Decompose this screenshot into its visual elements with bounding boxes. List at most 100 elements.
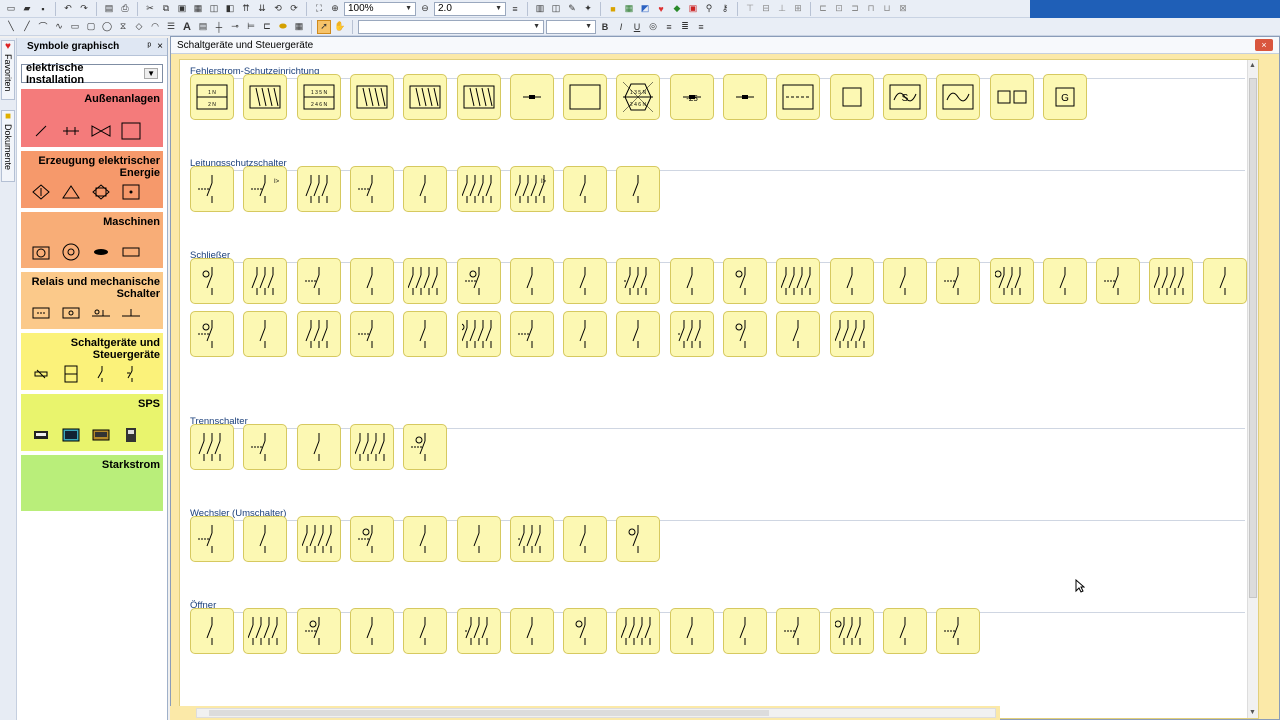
category-erzeugung[interactable]: Erzeugung elektrischer Energie [21, 151, 163, 208]
same-width-icon[interactable]: ⊓ [864, 2, 878, 16]
table-icon[interactable]: ▥ [533, 2, 547, 16]
symbol-tile[interactable] [723, 258, 767, 304]
symbol-tile[interactable] [456, 258, 501, 304]
symbol-tile[interactable] [296, 424, 341, 470]
same-size-icon[interactable]: ⊠ [896, 2, 910, 16]
flip-up-icon[interactable]: ⇈ [239, 2, 253, 16]
symbol-tile[interactable] [456, 166, 501, 212]
symbol-tile[interactable] [456, 516, 501, 562]
symbol-tile[interactable] [1149, 258, 1194, 304]
bus-tool-icon[interactable]: ⊨ [244, 20, 258, 34]
freeform-tool-icon[interactable]: ◇ [132, 20, 146, 34]
symbol-tile[interactable] [616, 311, 661, 357]
undo-icon[interactable]: ↶ [61, 2, 75, 16]
layers-icon[interactable]: ◩ [638, 2, 652, 16]
symbol-tile[interactable] [349, 311, 394, 357]
symbol-tile[interactable] [296, 608, 341, 654]
flip-down-icon[interactable]: ⇊ [255, 2, 269, 16]
line-style-icon[interactable]: ≡ [508, 2, 522, 16]
tab-documents[interactable]: ■ Dokumente [1, 110, 15, 182]
symbol-tile[interactable] [190, 424, 234, 470]
align-bottom-icon[interactable]: ⊥ [775, 2, 789, 16]
line-tool-icon[interactable]: ╲ [4, 20, 18, 34]
save-icon[interactable]: ▪ [36, 2, 50, 16]
font-size-combo[interactable]: ▼ [546, 19, 596, 34]
symbol-tile[interactable] [829, 608, 874, 654]
category-relais[interactable]: Relais und mechanische Schalter [21, 272, 163, 329]
symbol-tile[interactable] [723, 311, 767, 357]
symbol-tile[interactable] [936, 258, 981, 304]
open-folder-icon[interactable]: ▰ [20, 2, 34, 16]
table-tool-icon[interactable]: ▦ [292, 20, 306, 34]
horizontal-scrollbar[interactable] [196, 708, 996, 718]
text-align-left-icon[interactable]: ≡ [662, 20, 676, 34]
label-tool-icon[interactable]: ⬬ [276, 20, 290, 34]
category-aussenanlagen[interactable]: Außenanlagen [21, 89, 163, 147]
symbol-tile[interactable] [882, 608, 927, 654]
symbol-tile[interactable] [882, 258, 927, 304]
pointer-tool-icon[interactable]: ➚ [317, 19, 331, 34]
rotate-right-icon[interactable]: ⟳ [287, 2, 301, 16]
symbol-tile[interactable] [616, 516, 661, 562]
redo-icon[interactable]: ↷ [77, 2, 91, 16]
symbol-tile[interactable] [296, 258, 341, 304]
symbol-tile[interactable] [563, 166, 608, 212]
underline-button[interactable]: U [630, 20, 644, 34]
bezier-tool-icon[interactable]: ∿ [52, 20, 66, 34]
fit-page-icon[interactable]: ⛶ [312, 2, 326, 16]
symbol-tile[interactable] [563, 608, 608, 654]
symbol-tile[interactable] [989, 74, 1034, 120]
connector-tool-icon[interactable]: ┼ [212, 20, 226, 34]
scroll-thumb[interactable] [209, 710, 769, 716]
new-file-icon[interactable]: ▭ [4, 2, 18, 16]
symbol-tile[interactable]: -25 [669, 74, 714, 120]
symbol-tile[interactable] [403, 516, 448, 562]
symbol-tile[interactable]: S [882, 74, 927, 120]
symbol-tile[interactable] [509, 608, 554, 654]
curve-tool-icon[interactable]: ⌒ [36, 20, 50, 34]
symbol-tile[interactable] [563, 516, 608, 562]
group-icon[interactable]: ▣ [686, 2, 700, 16]
symbol-tile[interactable] [243, 311, 288, 357]
symbol-tile[interactable] [616, 166, 661, 212]
symbol-tile[interactable] [349, 608, 394, 654]
symbol-tile[interactable] [1096, 258, 1141, 304]
close-icon[interactable]: × [157, 41, 163, 52]
symbol-tile[interactable] [456, 311, 501, 357]
symbol-tile[interactable] [776, 311, 821, 357]
columns-icon[interactable]: ◫ [549, 2, 563, 16]
text-color-icon[interactable]: ◎ [646, 20, 660, 34]
symbol-tile[interactable] [190, 608, 234, 654]
cut-icon[interactable]: ✂ [143, 2, 157, 16]
align-top-icon[interactable]: ⊤ [743, 2, 757, 16]
symbol-tile[interactable] [509, 258, 554, 304]
symbol-tile[interactable] [296, 166, 341, 212]
symbol-tile[interactable] [509, 516, 554, 562]
symbol-tile[interactable] [403, 74, 448, 120]
scroll-up-icon[interactable]: ▲ [1249, 62, 1256, 69]
symbol-tile[interactable] [243, 74, 288, 120]
symbol-tile[interactable] [349, 516, 394, 562]
paste-icon[interactable]: ▣ [175, 2, 189, 16]
category-sps[interactable]: SPS [21, 394, 163, 451]
italic-button[interactable]: I [614, 20, 628, 34]
symbol-tile[interactable] [616, 258, 661, 304]
component-icon[interactable]: ◆ [670, 2, 684, 16]
symbol-tile[interactable] [563, 311, 608, 357]
library-select[interactable]: elektrische Installation ▼ [21, 62, 163, 86]
text-align-center-icon[interactable]: ≣ [678, 20, 692, 34]
close-icon[interactable]: × [1255, 39, 1273, 51]
copy-icon[interactable]: ⧉ [159, 2, 173, 16]
symbol-tile[interactable] [243, 516, 288, 562]
grid-icon[interactable]: ▦ [622, 2, 636, 16]
symbol-tile[interactable]: G [1042, 74, 1087, 120]
symbol-tile[interactable]: I> [509, 166, 554, 212]
bold-button[interactable]: B [598, 20, 612, 34]
symbol-tile[interactable] [723, 608, 767, 654]
symbol-tile[interactable] [509, 74, 554, 120]
symbol-tile[interactable]: I> [243, 166, 288, 212]
scroll-down-icon[interactable]: ▼ [1249, 709, 1256, 716]
symbol-tile[interactable] [403, 424, 448, 470]
symbol-tile[interactable] [190, 516, 234, 562]
zoom-combo[interactable]: 100% ▼ [344, 1, 416, 16]
